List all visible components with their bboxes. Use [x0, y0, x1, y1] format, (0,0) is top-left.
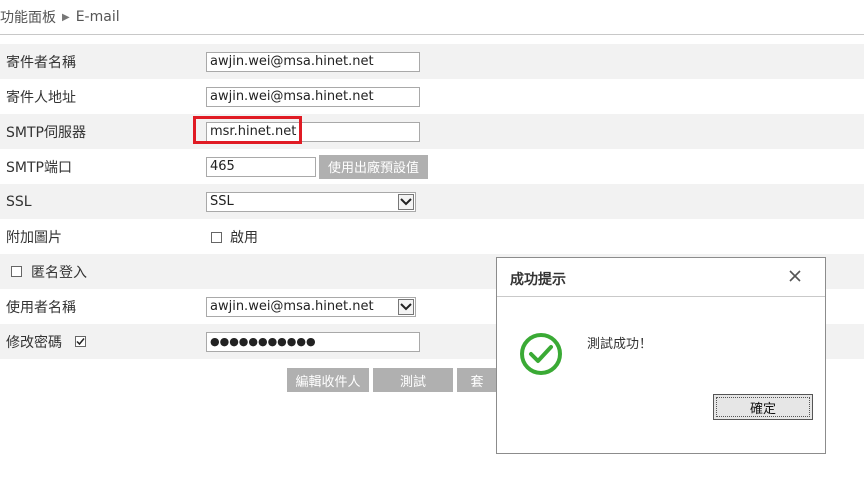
- breadcrumb: 功能面板 ▶ E-mail: [0, 0, 864, 35]
- triangle-right-icon: ▶: [62, 11, 70, 23]
- ssl-label: SSL: [6, 193, 32, 210]
- username-label: 使用者名稱: [6, 299, 76, 316]
- anonymous-login-label: 匿名登入: [31, 264, 87, 281]
- edit-recipients-button[interactable]: 編輯收件人: [287, 368, 369, 392]
- ssl-select-value: SSL: [210, 193, 234, 209]
- sender-address-input[interactable]: awjin.wei@msa.hinet.net: [206, 86, 420, 107]
- breadcrumb-current: E-mail: [75, 9, 120, 25]
- row-sender-address: 寄件人地址 awjin.wei@msa.hinet.net: [0, 79, 864, 114]
- save-button[interactable]: 套: [457, 368, 497, 392]
- change-password-label: 修改密碼: [6, 334, 62, 351]
- sender-name-label: 寄件者名稱: [6, 54, 76, 71]
- attach-image-option-label: 啟用: [230, 229, 258, 246]
- smtp-server-highlight: [193, 116, 302, 144]
- smtp-port-input[interactable]: 465: [206, 156, 316, 177]
- dialog-title-bar: 成功提示: [497, 258, 825, 297]
- row-smtp-server: SMTP伺服器 msr.hinet.net: [0, 114, 864, 149]
- sender-name-input[interactable]: awjin.wei@msa.hinet.net: [206, 51, 420, 72]
- breadcrumb-root[interactable]: 功能面板: [0, 7, 56, 27]
- chevron-down-icon[interactable]: [398, 193, 414, 210]
- ok-button[interactable]: 確定: [713, 394, 813, 420]
- ok-button-label: 確定: [749, 401, 776, 417]
- row-smtp-port: SMTP端口 465 使用出廠預設值: [0, 149, 864, 184]
- use-default-button[interactable]: 使用出廠預設值: [319, 154, 428, 179]
- success-dialog: 成功提示 測試成功！ 確定: [496, 257, 826, 454]
- attach-image-checkbox[interactable]: [211, 232, 222, 243]
- smtp-server-label: SMTP伺服器: [6, 124, 86, 141]
- row-sender-name: 寄件者名稱 awjin.wei@msa.hinet.net: [0, 44, 864, 79]
- dialog-title: 成功提示: [510, 272, 566, 288]
- change-password-checkbox[interactable]: [75, 336, 86, 347]
- test-button[interactable]: 測試: [373, 368, 453, 392]
- attach-image-label: 附加圖片: [6, 229, 62, 246]
- username-select-value: awjin.wei@msa.hinet.net: [210, 298, 374, 314]
- check-circle-icon: [519, 332, 563, 380]
- username-select[interactable]: awjin.wei@msa.hinet.net: [206, 296, 416, 317]
- dialog-message: 測試成功！: [587, 337, 653, 352]
- close-icon[interactable]: [787, 268, 803, 284]
- smtp-port-label: SMTP端口: [6, 159, 72, 176]
- chevron-down-icon[interactable]: [398, 298, 414, 315]
- row-ssl: SSL SSL: [0, 184, 864, 219]
- ssl-select[interactable]: SSL: [206, 191, 416, 212]
- anonymous-login-checkbox[interactable]: [11, 266, 22, 277]
- row-attach-image: 附加圖片 啟用: [0, 219, 864, 254]
- sender-address-label: 寄件人地址: [6, 89, 76, 106]
- password-input[interactable]: ●●●●●●●●●●●: [206, 331, 420, 352]
